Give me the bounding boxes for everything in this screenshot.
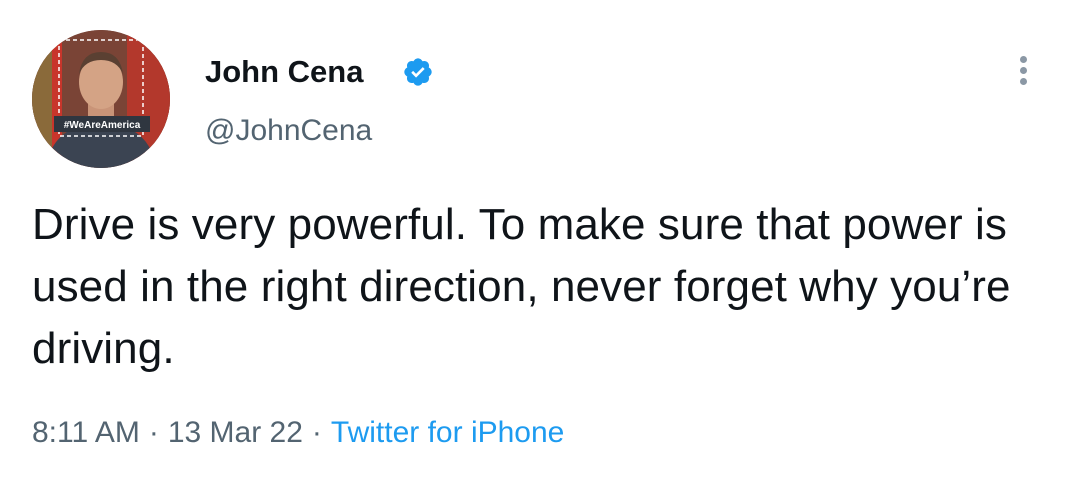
tweet-date[interactable]: 13 Mar 22 [168, 416, 303, 449]
more-dot [1020, 67, 1027, 74]
tweet-time[interactable]: 8:11 AM [32, 416, 140, 449]
verified-badge-icon [404, 58, 432, 86]
meta-separator: · [148, 416, 159, 449]
tweet-meta: 8:11 AM · 13 Mar 22 · Twitter for iPhone [32, 415, 564, 451]
author-display-name[interactable]: John Cena [205, 54, 363, 90]
tweet-source-link[interactable]: Twitter for iPhone [331, 416, 564, 449]
tweet-text: Drive is very powerful. To make sure tha… [32, 200, 1011, 373]
meta-separator: · [311, 416, 322, 449]
tweet-card: #WeAreAmerica John Cena @JohnCena Drive … [0, 0, 1080, 477]
avatar-photo: #WeAreAmerica [32, 30, 170, 168]
avatar[interactable]: #WeAreAmerica [32, 30, 170, 168]
avatar-caption: #WeAreAmerica [64, 120, 141, 131]
author-handle[interactable]: @JohnCena [205, 114, 372, 148]
more-options-icon[interactable] [1008, 50, 1040, 90]
more-dot [1020, 56, 1027, 63]
more-dot [1020, 78, 1027, 85]
